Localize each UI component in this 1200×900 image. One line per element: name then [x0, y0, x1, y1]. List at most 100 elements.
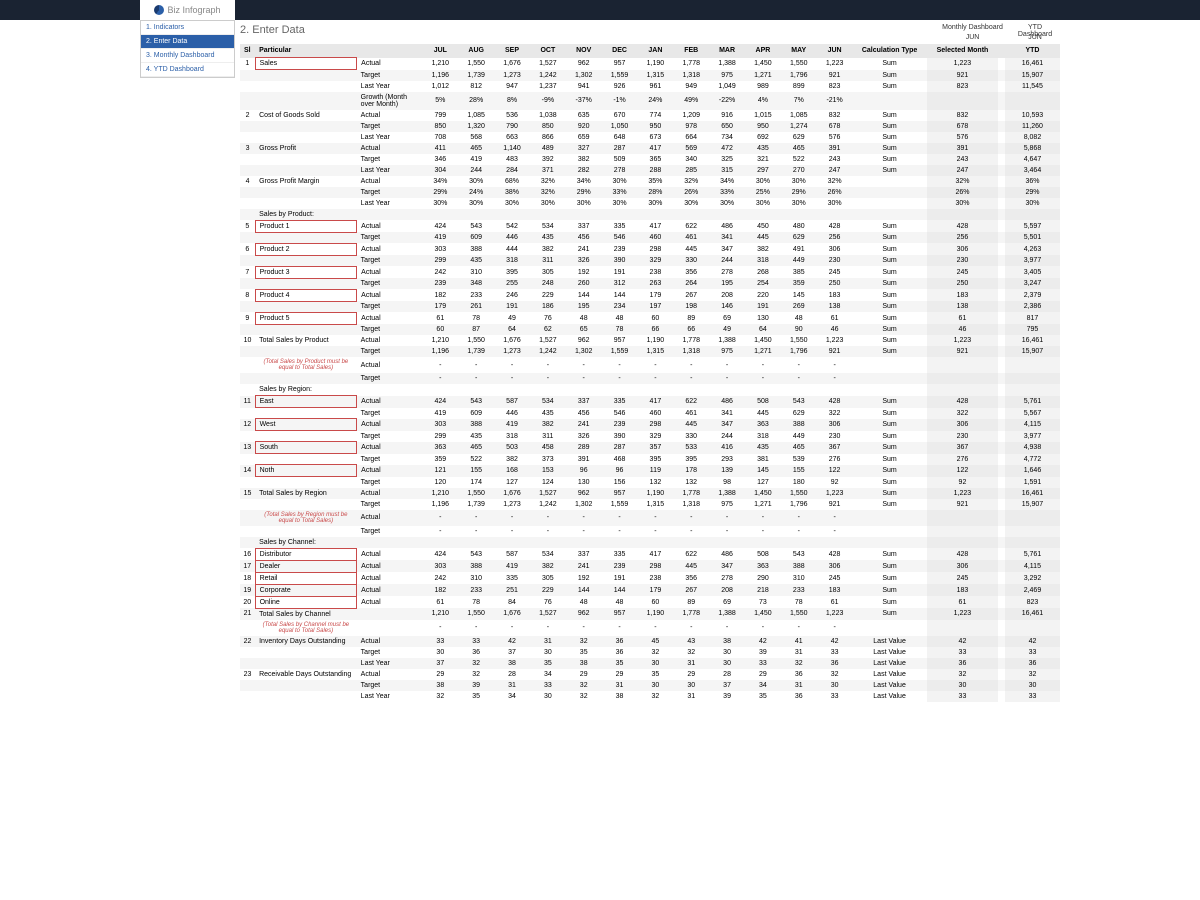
cell-value[interactable]: 24% — [458, 187, 494, 198]
cell-value[interactable]: 330 — [673, 431, 709, 442]
cell-value[interactable]: 305 — [530, 266, 566, 278]
cell-value[interactable]: 61 — [422, 312, 458, 324]
cell-value[interactable]: 144 — [566, 584, 602, 596]
cell-value[interactable]: 1,190 — [637, 608, 673, 620]
cell-value[interactable]: 250 — [817, 278, 853, 289]
cell-value[interactable]: 663 — [494, 132, 530, 143]
cell-value[interactable]: 1,315 — [637, 499, 673, 510]
cell-value[interactable]: 1,676 — [494, 488, 530, 499]
cell-value[interactable]: 522 — [781, 154, 817, 165]
cell-value[interactable]: 543 — [781, 396, 817, 408]
cell-value[interactable]: 392 — [530, 154, 566, 165]
cell-particular[interactable]: Product 1 — [255, 220, 357, 232]
cell-value[interactable]: 130 — [745, 312, 781, 324]
cell-value[interactable]: 318 — [745, 255, 781, 266]
cell-value[interactable]: 278 — [709, 266, 745, 278]
cell-value[interactable]: 33 — [422, 636, 458, 647]
cell-value[interactable]: 899 — [781, 81, 817, 92]
cell-value[interactable]: 395 — [637, 454, 673, 465]
cell-value[interactable]: 435 — [530, 408, 566, 419]
cell-value[interactable]: - — [566, 620, 602, 636]
cell-value[interactable]: 1,210 — [422, 488, 458, 499]
cell-value[interactable]: 416 — [709, 442, 745, 454]
cell-value[interactable]: 449 — [781, 255, 817, 266]
cell-value[interactable]: 587 — [494, 396, 530, 408]
cell-value[interactable]: 456 — [566, 408, 602, 419]
cell-value[interactable]: 650 — [709, 121, 745, 132]
cell-value[interactable]: 1,223 — [817, 58, 853, 70]
cell-value[interactable]: 1,050 — [602, 121, 638, 132]
cell-value[interactable]: 45 — [637, 636, 673, 647]
cell-value[interactable]: 35 — [458, 691, 494, 702]
cell-value[interactable]: 61 — [817, 596, 853, 608]
cell-value[interactable]: 335 — [494, 572, 530, 584]
cell-value[interactable]: - — [709, 510, 745, 526]
cell-value[interactable]: 799 — [422, 110, 458, 121]
cell-value[interactable]: 435 — [745, 143, 781, 154]
cell-value[interactable]: 1,527 — [530, 608, 566, 620]
cell-value[interactable]: 29 — [602, 669, 638, 680]
cell-value[interactable]: 382 — [745, 243, 781, 255]
cell-value[interactable]: 66 — [637, 324, 673, 335]
cell-value[interactable]: 174 — [458, 477, 494, 488]
cell-value[interactable]: 119 — [637, 465, 673, 477]
cell-value[interactable]: 5% — [422, 92, 458, 110]
cell-value[interactable]: 648 — [602, 132, 638, 143]
cell-particular[interactable]: East — [255, 396, 357, 408]
cell-value[interactable]: 382 — [530, 243, 566, 255]
cell-value[interactable]: 921 — [817, 346, 853, 357]
cell-value[interactable]: 30% — [745, 176, 781, 187]
cell-value[interactable]: 311 — [530, 255, 566, 266]
cell-value[interactable]: 144 — [602, 289, 638, 301]
cell-particular[interactable]: West — [255, 419, 357, 431]
cell-value[interactable]: 306 — [817, 243, 853, 255]
cell-value[interactable]: - — [745, 357, 781, 373]
cell-value[interactable]: 69 — [709, 312, 745, 324]
cell-value[interactable]: 33 — [817, 691, 853, 702]
cell-value[interactable]: 546 — [602, 232, 638, 243]
cell-value[interactable]: 30 — [817, 680, 853, 691]
cell-value[interactable]: 1,450 — [745, 58, 781, 70]
cell-value[interactable]: 73 — [745, 596, 781, 608]
cell-value[interactable]: 38 — [566, 658, 602, 669]
cell-value[interactable]: 1,140 — [494, 143, 530, 154]
cell-value[interactable]: 371 — [530, 165, 566, 176]
cell-value[interactable]: 363 — [422, 442, 458, 454]
cell-value[interactable]: 340 — [673, 154, 709, 165]
cell-value[interactable]: 48 — [566, 596, 602, 608]
cell-value[interactable]: 1,318 — [673, 499, 709, 510]
cell-value[interactable]: 242 — [422, 572, 458, 584]
cell-value[interactable]: 1,550 — [458, 488, 494, 499]
cell-value[interactable]: 30% — [458, 176, 494, 187]
cell-value[interactable]: 365 — [637, 154, 673, 165]
cell-value[interactable]: 310 — [458, 572, 494, 584]
cell-value[interactable]: 318 — [494, 431, 530, 442]
cell-value[interactable]: 388 — [458, 560, 494, 572]
cell-value[interactable]: 832 — [817, 110, 853, 121]
cell-value[interactable]: 486 — [709, 548, 745, 560]
cell-value[interactable]: 450 — [745, 220, 781, 232]
cell-value[interactable]: 120 — [422, 477, 458, 488]
cell-value[interactable]: - — [458, 357, 494, 373]
cell-value[interactable]: 417 — [637, 396, 673, 408]
cell-value[interactable]: 1,550 — [781, 335, 817, 346]
cell-value[interactable]: 533 — [673, 442, 709, 454]
cell-value[interactable]: 238 — [637, 266, 673, 278]
cell-value[interactable]: 33 — [745, 658, 781, 669]
cell-value[interactable]: - — [745, 526, 781, 537]
cell-value[interactable]: 465 — [781, 143, 817, 154]
cell-value[interactable]: 35 — [566, 647, 602, 658]
cell-value[interactable]: 290 — [745, 572, 781, 584]
cell-value[interactable]: 282 — [566, 165, 602, 176]
cell-value[interactable]: - — [817, 373, 853, 384]
cell-value[interactable]: 708 — [422, 132, 458, 143]
cell-value[interactable]: 1,778 — [673, 58, 709, 70]
cell-value[interactable]: 96 — [602, 465, 638, 477]
cell-value[interactable]: 42 — [494, 636, 530, 647]
cell-value[interactable]: 950 — [637, 121, 673, 132]
cell-value[interactable]: 536 — [494, 110, 530, 121]
cell-value[interactable]: 36 — [602, 636, 638, 647]
cell-value[interactable]: 30 — [637, 658, 673, 669]
cell-value[interactable]: - — [458, 526, 494, 537]
cell-value[interactable]: 321 — [745, 154, 781, 165]
